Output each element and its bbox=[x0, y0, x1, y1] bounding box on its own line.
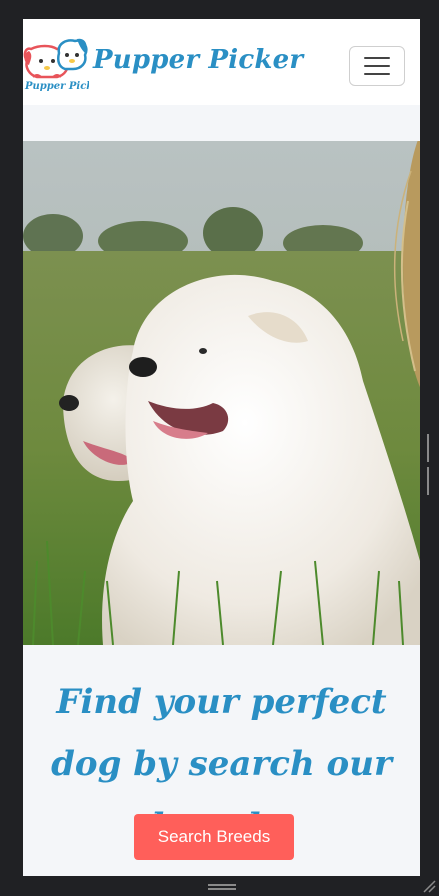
search-breeds-button[interactable]: Search Breeds bbox=[134, 814, 294, 860]
brand-name[interactable]: Pupper Picker bbox=[93, 45, 303, 75]
mobile-viewport: Pupper Picker Pupper Picker bbox=[23, 19, 420, 876]
great-pyrenees-dogs-photo bbox=[23, 134, 420, 646]
navbar-toggle-button[interactable] bbox=[349, 46, 405, 86]
brand-logo[interactable]: Pupper Picker bbox=[23, 35, 106, 93]
hero-dog-photo bbox=[23, 134, 420, 646]
horizontal-resize-handle-icon[interactable] bbox=[208, 884, 236, 890]
devtools-top-frame bbox=[0, 0, 439, 19]
corner-resize-icon[interactable] bbox=[422, 879, 436, 893]
logo-text: Pupper Picker bbox=[24, 81, 89, 92]
hamburger-line bbox=[364, 65, 390, 67]
vertical-resize-handle-icon[interactable] bbox=[427, 434, 433, 495]
dog-logo-icon: Pupper Picker bbox=[23, 38, 106, 92]
hamburger-menu-icon bbox=[364, 57, 390, 59]
hamburger-line bbox=[364, 73, 390, 75]
navbar: Pupper Picker Pupper Picker bbox=[23, 19, 420, 105]
